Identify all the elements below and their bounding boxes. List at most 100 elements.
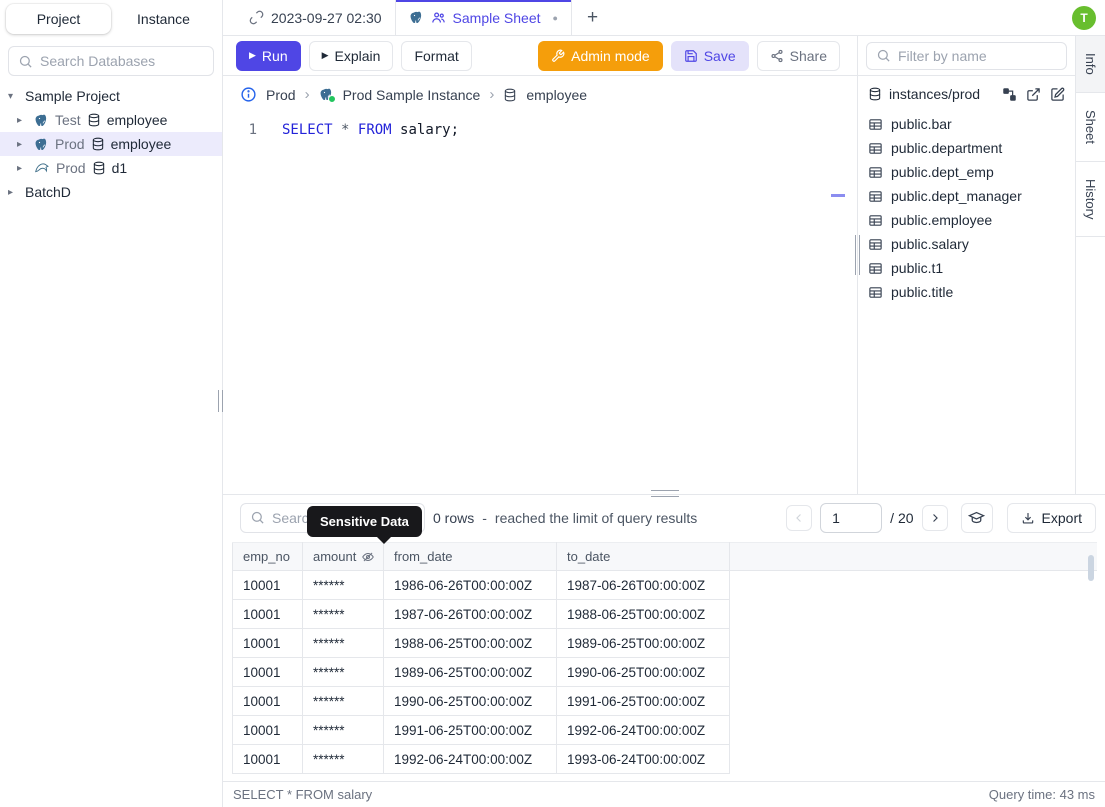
external-link-icon[interactable] <box>1026 87 1041 102</box>
export-button[interactable]: Export <box>1006 502 1096 533</box>
page-input[interactable] <box>820 502 883 533</box>
cell[interactable]: 1990-06-25T00:00:00Z <box>556 657 730 687</box>
cell[interactable]: 1992-06-24T00:00:00Z <box>556 715 730 745</box>
cell[interactable]: 1988-06-25T00:00:00Z <box>556 599 730 629</box>
cell[interactable]: 10001 <box>232 744 303 774</box>
tree-item-sample-project[interactable]: ▾ Sample Project <box>0 84 222 108</box>
column-header-emp_no[interactable]: emp_no <box>232 542 303 571</box>
table-list-item[interactable]: public.salary <box>858 232 1075 256</box>
side-tab-sheet[interactable]: Sheet <box>1076 93 1105 162</box>
cell[interactable]: 1992-06-24T00:00:00Z <box>383 744 557 774</box>
results-header-row: emp_no amount from_date to_date <box>232 542 1097 571</box>
graduation-cap-icon <box>968 511 986 524</box>
table-row: 10001 ****** 1991-06-25T00:00:00Z 1992-06-2… <box>232 715 1098 745</box>
results-scrollbar[interactable] <box>1088 555 1094 581</box>
results-toolbar: 0 rows - reached the limit of query resu… <box>223 495 1105 544</box>
breadcrumb-environment[interactable]: Prod <box>266 87 296 103</box>
cell[interactable]: 10001 <box>232 628 303 658</box>
cell[interactable]: 1987-06-26T00:00:00Z <box>556 570 730 600</box>
table-filter[interactable] <box>866 41 1067 70</box>
cell[interactable]: 1993-06-24T00:00:00Z <box>556 744 730 774</box>
database-search-input[interactable] <box>40 53 204 69</box>
connection-row: instances/prod <box>858 76 1075 108</box>
rows-info: 0 rows - reached the limit of query resu… <box>433 510 697 526</box>
cell[interactable]: 10001 <box>232 599 303 629</box>
save-button[interactable]: Save <box>670 40 749 71</box>
share-button[interactable]: Share <box>756 40 840 71</box>
prev-page-button[interactable] <box>786 504 813 531</box>
postgres-icon <box>35 138 47 150</box>
cell[interactable]: 1991-06-25T00:00:00Z <box>556 686 730 716</box>
cell[interactable]: 1988-06-25T00:00:00Z <box>383 628 557 658</box>
sidebar-tab-project[interactable]: Project <box>6 4 111 34</box>
table-filter-input[interactable] <box>898 47 1057 64</box>
table-list-item[interactable]: public.employee <box>858 208 1075 232</box>
new-tab-button[interactable]: + <box>572 0 613 35</box>
avatar[interactable]: T <box>1072 6 1096 30</box>
table-list-item[interactable]: public.t1 <box>858 256 1075 280</box>
sidebar-tab-instance[interactable]: Instance <box>111 4 216 34</box>
breadcrumb-instance[interactable]: Prod Sample Instance <box>343 87 481 103</box>
masking-reason-button[interactable] <box>960 502 993 533</box>
cell[interactable]: ****** <box>302 744 384 774</box>
format-button[interactable]: Format <box>401 40 472 71</box>
sheet-tab-unsaved[interactable]: 2023-09-27 02:30 <box>236 0 396 35</box>
tree-item-prod-d1[interactable]: ▸ Prod d1 <box>0 156 222 180</box>
unsaved-dot: ● <box>552 12 558 23</box>
column-header-to_date[interactable]: to_date <box>556 542 730 571</box>
cell[interactable]: 1986-06-26T00:00:00Z <box>383 570 557 600</box>
table-list-item[interactable]: public.dept_manager <box>858 184 1075 208</box>
column-header-amount[interactable]: amount <box>302 542 384 571</box>
next-page-button[interactable] <box>921 504 948 531</box>
sheet-tab-bar: 2023-09-27 02:30 Sample Sheet ● + T <box>223 0 1105 36</box>
column-header-from_date[interactable]: from_date <box>383 542 557 571</box>
side-tab-history[interactable]: History <box>1076 162 1105 238</box>
sidebar-resize-handle[interactable] <box>218 390 223 412</box>
cell[interactable]: 1990-06-25T00:00:00Z <box>383 686 557 716</box>
cell[interactable]: ****** <box>302 657 384 687</box>
side-tab-info[interactable]: Info <box>1076 36 1105 93</box>
cell-filler <box>730 629 1098 658</box>
sheet-tab-label: 2023-09-27 02:30 <box>271 9 382 26</box>
table-list-item[interactable]: public.department <box>858 136 1075 160</box>
cell-filler <box>730 658 1098 687</box>
database-search[interactable] <box>8 46 214 76</box>
cell[interactable]: 10001 <box>232 715 303 745</box>
cell[interactable]: ****** <box>302 599 384 629</box>
cell[interactable]: 1987-06-26T00:00:00Z <box>383 599 557 629</box>
tree-item-prod-employee[interactable]: ▸ Prod employee <box>0 132 222 156</box>
breadcrumb-database[interactable]: employee <box>526 87 587 103</box>
sql-code-line[interactable]: SELECT * FROM salary; <box>257 122 459 494</box>
table-grid-icon <box>869 190 882 202</box>
cell[interactable]: 10001 <box>232 686 303 716</box>
cell[interactable]: 10001 <box>232 570 303 600</box>
table-list-item[interactable]: public.dept_emp <box>858 160 1075 184</box>
table-list-item[interactable]: public.bar <box>858 112 1075 136</box>
schema-diagram-icon[interactable] <box>1002 87 1017 102</box>
cell[interactable]: 10001 <box>232 657 303 687</box>
tree-item-batchd[interactable]: ▸ BatchD <box>0 180 222 204</box>
edit-icon[interactable] <box>1050 87 1065 102</box>
tree-item-test-employee[interactable]: ▸ Test employee <box>0 108 222 132</box>
cell[interactable]: 1991-06-25T00:00:00Z <box>383 715 557 745</box>
info-icon[interactable] <box>240 86 257 103</box>
sql-editor[interactable]: 1 SELECT * FROM salary; <box>223 113 857 494</box>
results-panel: 0 rows - reached the limit of query resu… <box>223 490 1105 807</box>
chevron-right-icon: › <box>489 86 495 103</box>
table-row: 10001 ****** 1992-06-24T00:00:00Z 1993-06-2… <box>232 744 1098 774</box>
cell[interactable]: ****** <box>302 686 384 716</box>
cell[interactable]: 1989-06-25T00:00:00Z <box>383 657 557 687</box>
sheet-tab-sample-sheet[interactable]: Sample Sheet ● <box>395 0 572 35</box>
admin-mode-button[interactable]: Admin mode <box>538 40 663 71</box>
cell[interactable]: ****** <box>302 628 384 658</box>
panel-resize-handle[interactable] <box>855 235 860 275</box>
cell[interactable]: ****** <box>302 715 384 745</box>
mysql-icon <box>35 163 49 173</box>
table-name: public.department <box>891 140 1003 156</box>
table-list-item[interactable]: public.title <box>858 280 1075 304</box>
explain-button[interactable]: ▶ Explain <box>308 40 394 71</box>
cell[interactable]: ****** <box>302 570 384 600</box>
cell[interactable]: 1989-06-25T00:00:00Z <box>556 628 730 658</box>
run-button[interactable]: ▶ Run <box>236 40 301 71</box>
table-grid-icon <box>869 238 882 250</box>
